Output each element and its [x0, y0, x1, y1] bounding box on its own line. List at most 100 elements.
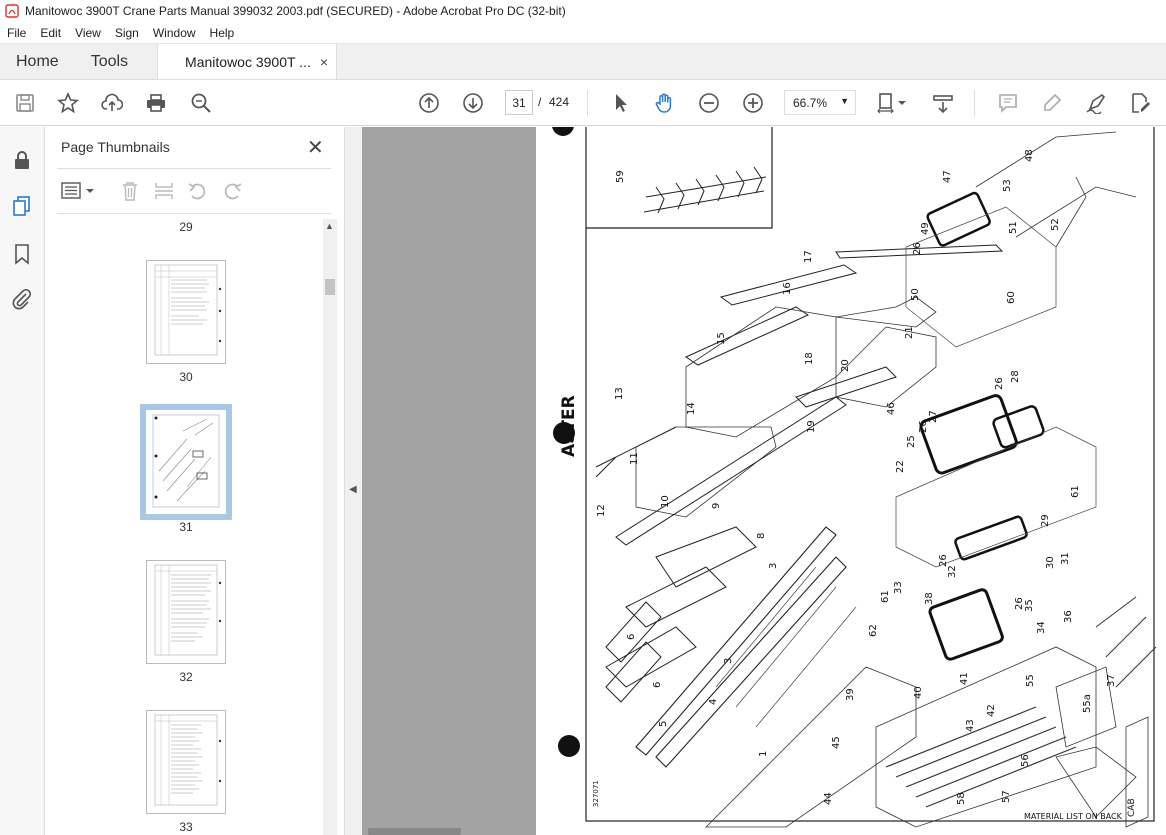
- page-thumbnail[interactable]: [146, 560, 226, 664]
- menu-sign[interactable]: Sign: [108, 26, 146, 40]
- callout: 26: [1014, 597, 1025, 610]
- callout: 6: [626, 634, 637, 640]
- tab-close-icon[interactable]: ×: [320, 54, 328, 70]
- horizontal-scrollbar-thumb[interactable]: [368, 828, 461, 835]
- zoom-in-icon[interactable]: [741, 91, 765, 115]
- thumbnail-scrollbar[interactable]: ▲: [323, 219, 337, 835]
- pdf-page: ASTER 327071 MATERIAL LIST ON BACK CAB 5…: [536, 127, 1166, 835]
- page-total: 424: [549, 95, 570, 109]
- zoom-level-select[interactable]: 66.7% ▼: [784, 90, 856, 115]
- callout: 61: [1070, 485, 1081, 498]
- callout: 25: [906, 435, 917, 448]
- tab-tools[interactable]: Tools: [75, 44, 144, 79]
- thumbnail-list: 29 30 31 32 33: [45, 217, 325, 835]
- left-navigation-rail: [0, 127, 45, 835]
- star-icon[interactable]: [56, 91, 80, 115]
- callout: 57: [1001, 790, 1012, 803]
- select-cursor-icon[interactable]: [609, 91, 633, 115]
- callout: 40: [913, 686, 924, 699]
- lock-icon[interactable]: [11, 149, 33, 171]
- callout: 26: [938, 554, 949, 567]
- thumbnail-preview: [154, 564, 222, 656]
- zoom-level-value: 66.7%: [793, 95, 828, 110]
- rotate-clockwise-icon[interactable]: [221, 180, 243, 202]
- callout: 46: [886, 402, 897, 415]
- bookmark-icon[interactable]: [11, 243, 33, 265]
- scrollbar-thumb[interactable]: [325, 279, 335, 295]
- highlight-pen-icon[interactable]: [1040, 91, 1064, 115]
- panel-divider: [57, 168, 331, 169]
- menu-edit[interactable]: Edit: [33, 26, 68, 40]
- sign-icon[interactable]: [1084, 91, 1108, 115]
- edit-pdf-icon[interactable]: [1128, 91, 1152, 115]
- callout: 20: [840, 359, 851, 372]
- callout: 3: [768, 563, 779, 569]
- page-fit-dropdown-icon[interactable]: [895, 91, 909, 115]
- callout: 45: [831, 736, 842, 749]
- callout: 51: [1008, 221, 1019, 234]
- callout: 30: [1045, 556, 1056, 569]
- zoom-search-icon[interactable]: [189, 91, 213, 115]
- delete-page-icon[interactable]: [119, 180, 141, 202]
- save-icon[interactable]: [13, 91, 37, 115]
- zoom-out-icon[interactable]: [697, 91, 721, 115]
- insert-page-icon[interactable]: [153, 180, 175, 202]
- callout: 48: [1024, 149, 1035, 162]
- thumbnail-options-icon[interactable]: [61, 180, 97, 202]
- exploded-parts-drawing: ASTER 327071 MATERIAL LIST ON BACK CAB 5…: [552, 127, 1157, 828]
- callout: 22: [895, 460, 906, 473]
- close-icon[interactable]: ✕: [307, 135, 324, 160]
- callout: 10: [660, 495, 671, 508]
- thumbnail-label: 32: [179, 670, 193, 684]
- menu-bar: File Edit View Sign Window Help: [0, 22, 1166, 44]
- window-titlebar: Manitowoc 3900T Crane Parts Manual 39903…: [0, 0, 1166, 22]
- cloud-upload-icon[interactable]: [100, 91, 124, 115]
- callout: 44: [823, 792, 834, 805]
- callout: 1: [758, 751, 769, 757]
- callout: 39: [845, 688, 856, 701]
- tab-bar: Home Tools Manitowoc 3900T ... ×: [0, 44, 1166, 80]
- chevron-down-icon: ▼: [840, 96, 849, 106]
- menu-window[interactable]: Window: [146, 26, 203, 40]
- page-thumbnail[interactable]: [146, 260, 226, 364]
- callout: 17: [803, 250, 814, 263]
- callout: 11: [629, 452, 640, 465]
- previous-page-icon[interactable]: [417, 91, 441, 115]
- thumbnail-preview: [154, 264, 222, 356]
- document-viewer[interactable]: ASTER 327071 MATERIAL LIST ON BACK CAB 5…: [362, 127, 1166, 835]
- callout: 9: [711, 503, 722, 509]
- page-thumbnail-selected[interactable]: [140, 404, 232, 520]
- comment-icon[interactable]: [996, 91, 1020, 115]
- menu-help[interactable]: Help: [203, 26, 242, 40]
- callout: 41: [959, 672, 970, 685]
- callout: 55a: [1082, 694, 1093, 713]
- main-toolbar: 31 / 424 66.7% ▼: [0, 80, 1166, 126]
- menu-view[interactable]: View: [68, 26, 108, 40]
- rotate-counterclockwise-icon[interactable]: [187, 180, 209, 202]
- toolbar-divider: [587, 90, 588, 116]
- callout: 59: [615, 170, 626, 183]
- menu-file[interactable]: File: [0, 26, 33, 40]
- panel-splitter[interactable]: ◀: [345, 127, 362, 835]
- scroll-up-icon[interactable]: ▲: [325, 221, 334, 231]
- print-icon[interactable]: [144, 91, 168, 115]
- window-title: Manitowoc 3900T Crane Parts Manual 39903…: [25, 4, 566, 18]
- thumbnail-label: 29: [179, 220, 193, 234]
- tab-home[interactable]: Home: [0, 44, 75, 79]
- toolbar-divider: [974, 90, 975, 116]
- drawing-corner-label: CAB: [1127, 798, 1137, 817]
- hand-tool-icon[interactable]: [653, 91, 677, 115]
- page-thumbnail[interactable]: [146, 710, 226, 814]
- next-page-icon[interactable]: [461, 91, 485, 115]
- page-thumbnails-icon[interactable]: [11, 195, 33, 217]
- scroll-mode-icon[interactable]: [931, 91, 955, 115]
- callout: 49: [920, 222, 931, 235]
- callout: 16: [782, 282, 793, 295]
- page-number-input[interactable]: 31: [505, 90, 533, 115]
- attachment-icon[interactable]: [11, 288, 33, 310]
- tab-document[interactable]: Manitowoc 3900T ... ×: [157, 44, 338, 79]
- collapse-panel-icon[interactable]: ◀: [349, 484, 357, 495]
- callout-group: 59 17 16 15 14 13 11 12 10 9 8 3 6 6 5 4…: [596, 149, 1117, 805]
- callout: 4: [708, 699, 719, 705]
- callout: 43: [965, 719, 976, 732]
